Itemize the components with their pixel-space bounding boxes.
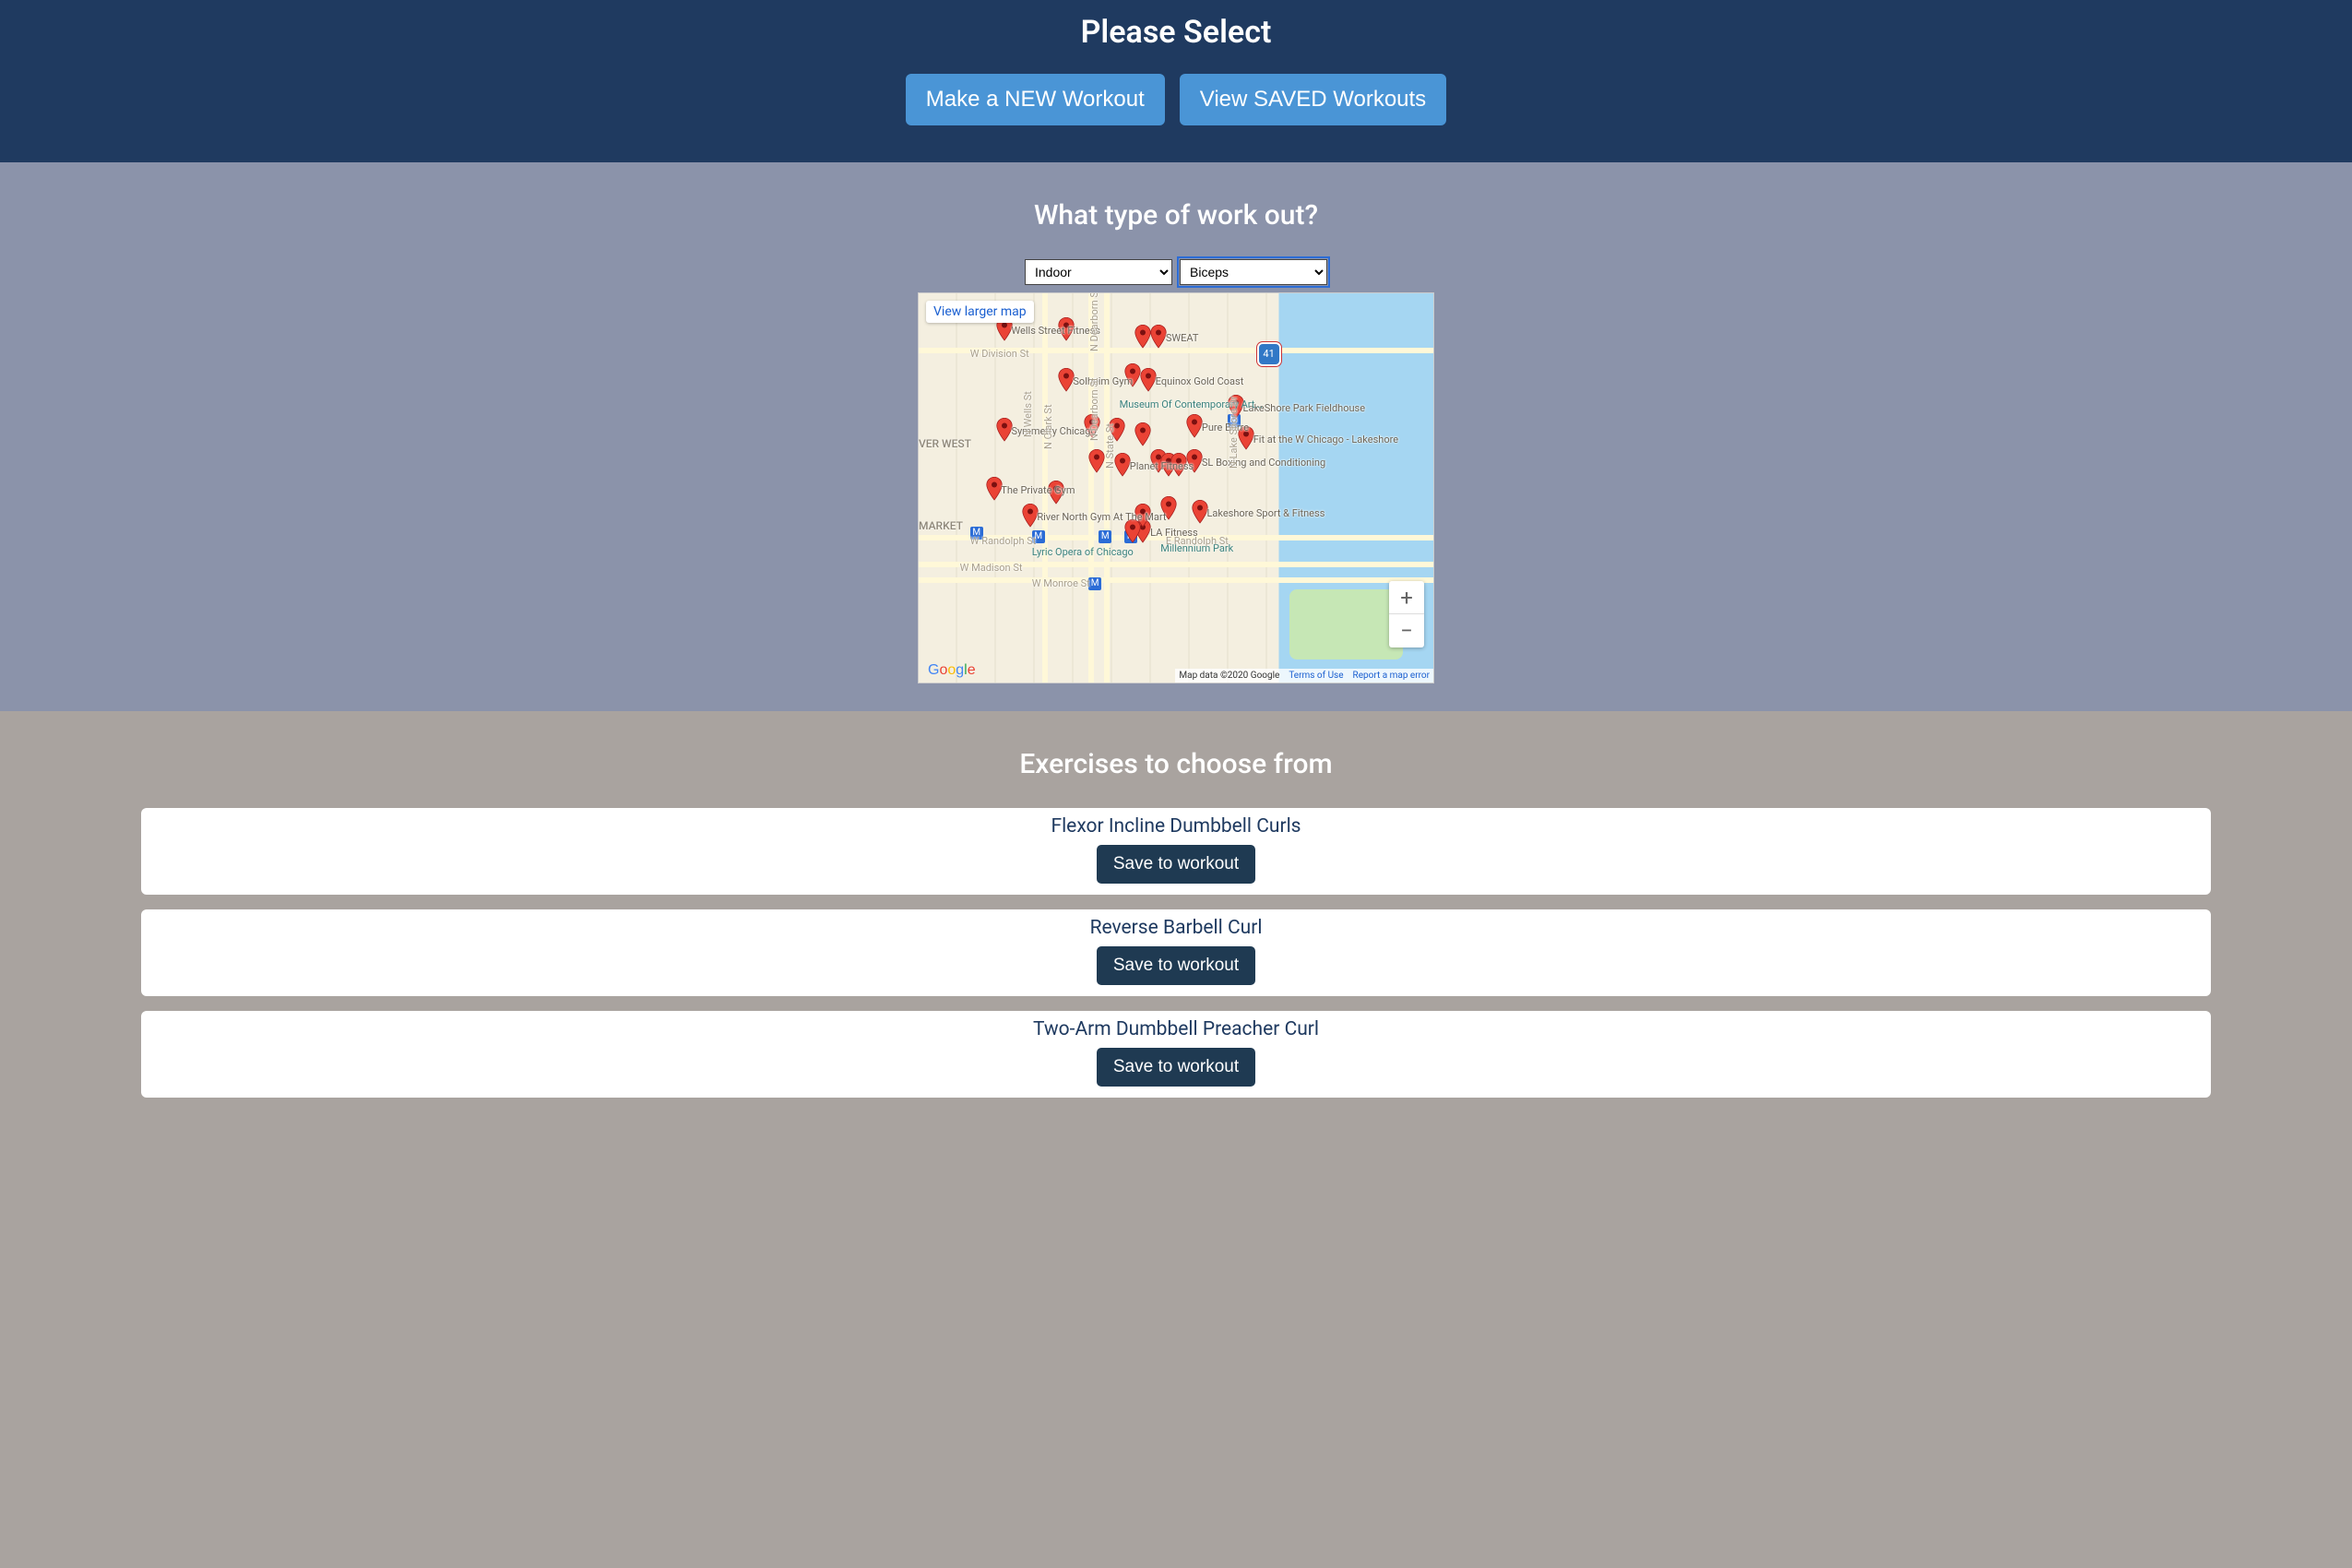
map-street-label: N Dearborn St xyxy=(1088,292,1100,351)
header-button-row: Make a NEW Workout View SAVED Workouts xyxy=(0,74,2352,125)
map-street-label: W Randolph St xyxy=(970,535,1037,547)
header-section: Please Select Make a NEW Workout View SA… xyxy=(0,0,2352,162)
map-road xyxy=(1104,293,1110,683)
save-to-workout-button[interactable]: Save to workout xyxy=(1097,845,1255,884)
workout-type-title: What type of work out? xyxy=(0,199,2352,232)
exercise-name: Flexor Incline Dumbbell Curls xyxy=(141,815,2211,837)
map[interactable]: 41 M M M M M M Wells Street FitnessSWEAT… xyxy=(918,292,1434,683)
map-neighborhood-label: VER WEST xyxy=(919,437,971,450)
exercises-title: Exercises to choose from xyxy=(0,748,2352,780)
map-place-label: Pure Barre xyxy=(1202,422,1249,434)
map-street-label: W Division St xyxy=(970,348,1029,360)
map-place-label: Equinox Gold Coast xyxy=(1156,375,1244,387)
muscle-select[interactable]: Biceps xyxy=(1180,259,1327,285)
map-place-label: Fit at the W Chicago - Lakeshore xyxy=(1253,434,1398,445)
page-title: Please Select xyxy=(0,0,2352,74)
map-place-label: Wells Street Fitness xyxy=(1011,325,1100,337)
map-place-label: SL Boxing and Conditioning xyxy=(1202,457,1325,469)
map-neighborhood-label: MARKET xyxy=(919,519,963,532)
exercise-card: Two-Arm Dumbbell Preacher Curl Save to wo… xyxy=(141,1011,2211,1098)
workout-type-section: What type of work out? Indoor Biceps 41 … xyxy=(0,162,2352,711)
map-place-label: Solheim Gym xyxy=(1073,375,1133,387)
transit-icon: M xyxy=(1124,530,1137,543)
map-street-label: N Wells St xyxy=(1022,391,1034,437)
map-street-label: W Madison St xyxy=(960,562,1023,574)
terms-link[interactable]: Terms of Use xyxy=(1289,671,1343,681)
exercise-card: Flexor Incline Dumbbell Curls Save to wor… xyxy=(141,808,2211,895)
zoom-out-button[interactable]: − xyxy=(1389,614,1424,647)
transit-icon: M xyxy=(1099,530,1111,543)
exercise-name: Two-Arm Dumbbell Preacher Curl xyxy=(141,1018,2211,1040)
exercise-card: Reverse Barbell Curl Save to workout xyxy=(141,909,2211,996)
map-footer: Map data ©2020 Google Terms of Use Repor… xyxy=(1175,669,1433,683)
map-place-label: SWEAT xyxy=(1166,332,1199,344)
transit-icon: M xyxy=(1088,577,1101,590)
new-workout-button[interactable]: Make a NEW Workout xyxy=(906,74,1165,125)
map-poi-label: Lyric Opera of Chicago xyxy=(1032,546,1134,558)
map-poi-label: Museum Of Contemporary Art... xyxy=(1120,398,1264,410)
zoom-control: + − xyxy=(1389,581,1424,647)
save-to-workout-button[interactable]: Save to workout xyxy=(1097,1048,1255,1087)
map-place-label: Lakeshore Sport & Fitness xyxy=(1206,507,1324,519)
map-street-label: N Lake Shore Dr xyxy=(1228,396,1240,469)
zoom-in-button[interactable]: + xyxy=(1389,581,1424,614)
map-street-label: W Monroe St xyxy=(1032,577,1090,589)
report-error-link[interactable]: Report a map error xyxy=(1353,671,1430,681)
map-place-label: Planet Fitness xyxy=(1130,460,1194,472)
save-to-workout-button[interactable]: Save to workout xyxy=(1097,946,1255,985)
select-row: Indoor Biceps xyxy=(0,259,2352,285)
map-street-label: N Dearborn St xyxy=(1088,378,1100,441)
exercises-section: Exercises to choose from Flexor Incline … xyxy=(0,711,2352,1125)
map-road xyxy=(919,577,1433,583)
map-street-label: E Randolph St xyxy=(1166,535,1229,547)
map-road xyxy=(1088,293,1094,683)
map-street-label: N State St xyxy=(1104,423,1116,469)
location-select[interactable]: Indoor xyxy=(1025,259,1172,285)
map-place-label: The Private Gym xyxy=(1001,484,1075,496)
map-data-text: Map data ©2020 Google xyxy=(1179,671,1279,681)
exercise-list: Flexor Incline Dumbbell Curls Save to wor… xyxy=(141,808,2211,1098)
exercise-name: Reverse Barbell Curl xyxy=(141,917,2211,939)
view-larger-map-link[interactable]: View larger map xyxy=(926,301,1034,323)
google-logo: Google xyxy=(928,662,976,679)
map-place-label: River North Gym At The Mart xyxy=(1037,511,1166,523)
highway-shield-icon: 41 xyxy=(1259,344,1279,364)
saved-workouts-button[interactable]: View SAVED Workouts xyxy=(1180,74,1446,125)
map-street-label: N Clark St xyxy=(1042,404,1054,449)
map-park xyxy=(1289,589,1403,659)
